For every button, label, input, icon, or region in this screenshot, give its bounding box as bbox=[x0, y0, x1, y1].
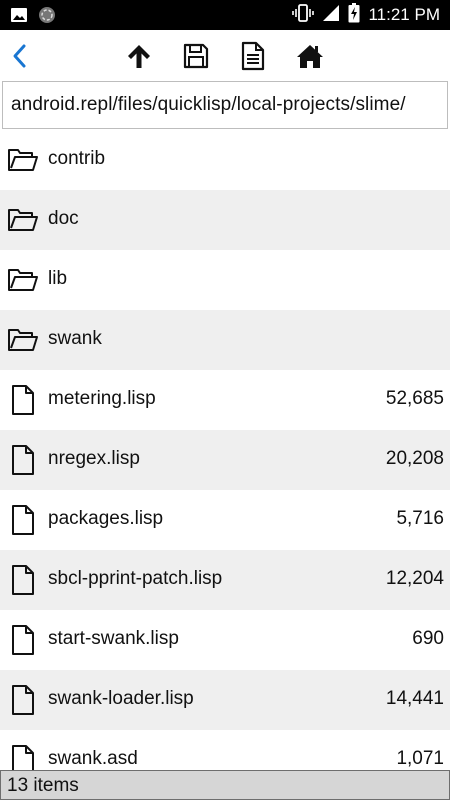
chevron-left-icon bbox=[13, 44, 26, 68]
file-name: doc bbox=[48, 208, 79, 229]
folder-row[interactable]: lib bbox=[0, 250, 450, 310]
save-button[interactable] bbox=[181, 41, 211, 71]
folder-row[interactable]: contrib bbox=[0, 130, 450, 190]
file-name: swank-loader.lisp bbox=[48, 688, 194, 709]
document-icon bbox=[241, 41, 265, 71]
item-count: 13 items bbox=[7, 775, 79, 796]
file-size: 690 bbox=[412, 628, 444, 649]
file-size: 52,685 bbox=[385, 388, 444, 409]
file-name: packages.lisp bbox=[48, 508, 164, 529]
back-button[interactable] bbox=[5, 41, 35, 71]
file-name: swank bbox=[48, 328, 102, 349]
document-button[interactable] bbox=[238, 41, 268, 71]
folder-icon bbox=[7, 204, 39, 236]
file-icon bbox=[7, 624, 39, 656]
floppy-disk-icon bbox=[183, 43, 209, 69]
file-icon bbox=[7, 384, 39, 416]
file-row[interactable]: packages.lisp 5,716 bbox=[0, 490, 450, 550]
folder-icon bbox=[7, 264, 39, 296]
file-name: sbcl-pprint-patch.lisp bbox=[48, 568, 223, 589]
file-name: lib bbox=[48, 268, 68, 289]
signal-icon bbox=[322, 4, 340, 27]
file-row[interactable]: swank-loader.lisp 14,441 bbox=[0, 670, 450, 730]
file-icon bbox=[7, 444, 39, 476]
folder-icon bbox=[7, 144, 39, 176]
file-name: start-swank.lisp bbox=[48, 628, 179, 649]
battery-charging-icon bbox=[348, 2, 360, 28]
toolbar bbox=[0, 30, 450, 80]
file-icon bbox=[7, 564, 39, 596]
vibrate-icon bbox=[292, 3, 315, 28]
file-size: 1,071 bbox=[396, 748, 444, 769]
clock: 11:21 PM bbox=[368, 5, 440, 24]
path-field[interactable]: android.repl/files/quicklisp/local-proje… bbox=[2, 81, 448, 129]
file-icon bbox=[7, 684, 39, 716]
file-row[interactable]: start-swank.lisp 690 bbox=[0, 610, 450, 670]
status-footer: 13 items bbox=[0, 770, 450, 800]
image-icon bbox=[10, 6, 28, 29]
sync-icon bbox=[38, 6, 56, 29]
path-text: android.repl/files/quicklisp/local-proje… bbox=[11, 94, 406, 115]
file-name: metering.lisp bbox=[48, 388, 156, 409]
folder-row[interactable]: swank bbox=[0, 310, 450, 370]
file-name: swank.asd bbox=[48, 748, 138, 769]
home-button[interactable] bbox=[295, 41, 325, 71]
arrow-up-icon bbox=[128, 45, 150, 68]
file-row[interactable]: metering.lisp 52,685 bbox=[0, 370, 450, 430]
file-row[interactable]: sbcl-pprint-patch.lisp 12,204 bbox=[0, 550, 450, 610]
parent-directory-button[interactable] bbox=[124, 41, 154, 71]
file-size: 14,441 bbox=[385, 688, 444, 709]
file-size: 20,208 bbox=[385, 448, 444, 469]
file-icon bbox=[7, 504, 39, 536]
file-row[interactable]: swank.asd 1,071 bbox=[0, 730, 450, 770]
home-icon bbox=[297, 45, 323, 68]
file-size: 5,716 bbox=[396, 508, 444, 529]
file-icon bbox=[7, 744, 39, 770]
folder-icon bbox=[7, 324, 39, 356]
folder-row[interactable]: doc bbox=[0, 190, 450, 250]
file-list: contrib doc lib swank metering.lisp 52,685 nre… bbox=[0, 130, 450, 770]
file-size: 12,204 bbox=[385, 568, 444, 589]
file-row[interactable]: nregex.lisp 20,208 bbox=[0, 430, 450, 490]
status-bar: 11:21 PM bbox=[0, 0, 450, 30]
file-name: nregex.lisp bbox=[48, 448, 140, 469]
file-name: contrib bbox=[48, 148, 106, 169]
